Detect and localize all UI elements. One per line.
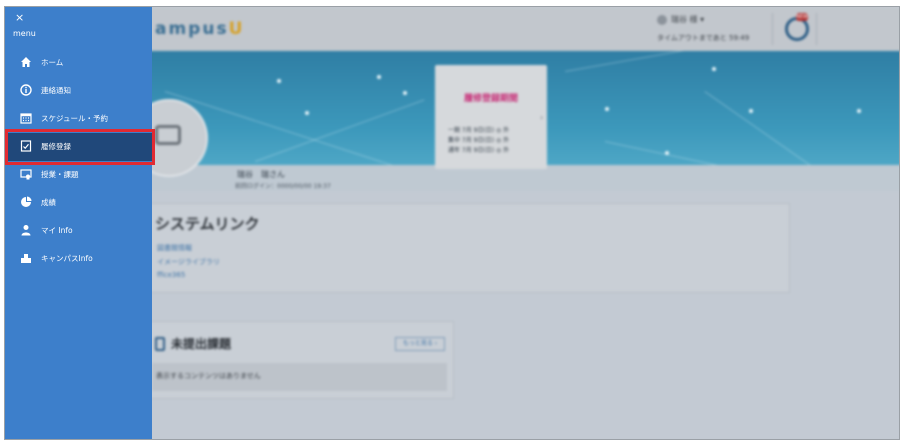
sidebar-item-home[interactable]: ホーム [5,49,152,77]
registration-row: 通年 7月 9日(日) ◎ 外 [448,147,510,154]
sidebar-item-label: キャンパスInfo [41,254,93,263]
app-logo[interactable]: ampusU [155,19,244,39]
sidebar-item-label: 成績 [41,198,56,207]
sidebar-item-label: ホーム [41,58,64,67]
assignments-title: 未提出課題 [171,337,232,351]
registration-row: 一期 7月 9日(日) ◎ 外 [448,127,510,134]
divider [816,13,817,45]
divider [772,13,773,45]
chevron-right-icon[interactable]: › [540,113,543,122]
sidebar-item-notices[interactable]: 連絡通知 [5,77,152,105]
notification-badge: NEW [796,13,808,21]
menu-label: menu [13,29,36,38]
camera-icon [155,125,181,145]
system-links-title: システムリンク [155,215,260,233]
registration-row: 集中 7月 9日(日) ◎ 外 [448,137,510,144]
document-icon [155,337,165,351]
browser-frame: ampusU 瑞谷 様 ▾ タイムアウトまであと 59:49 NEW 瑞谷 瑞さ… [4,6,900,440]
user-menu[interactable]: 瑞谷 様 ▾ タイムアウトまであと 59:49 [657,13,767,47]
more-button[interactable]: もっと見る › [395,337,445,351]
system-link[interactable]: イメージライブラリ [157,257,220,267]
sidebar-item-label: スケジュール・予約 [41,114,108,123]
sidebar-item-my-info[interactable]: マイ Info [5,217,152,245]
user-name: 瑞谷 様 ▾ [671,15,705,24]
sidebar-item-campus-info[interactable]: キャンパスInfo [5,245,152,273]
system-link[interactable]: ffice365 [157,271,185,279]
chart-icon [19,196,33,210]
profile-name: 瑞谷 瑞さん [237,170,285,179]
sidebar-item-label: マイ Info [41,226,73,235]
sidebar-item-label: 授業・課題 [41,170,79,179]
user-avatar-icon [657,15,667,25]
calendar-icon [19,112,33,126]
sidebar-menu: × menu ホーム 連絡通知 スケジュール・予約 履修登録 授業・課題 成績 … [5,7,152,439]
empty-message: 表示するコンテンツはありません [152,363,447,391]
building-icon [19,252,33,266]
info-icon [19,84,33,98]
highlight-box [5,129,155,165]
timeout-text: タイムアウトまであと 59:49 [657,34,750,42]
home-icon [19,56,33,70]
last-login: 前回ログイン：0000/00/00 19:37 [235,183,331,190]
sidebar-item-classes[interactable]: 授業・課題 [5,161,152,189]
sidebar-item-grades[interactable]: 成績 [5,189,152,217]
system-link[interactable]: 図書館情報 [157,243,192,253]
registration-title: 履修登録期間 [463,94,518,104]
class-icon [19,168,33,182]
close-icon[interactable]: × [15,12,24,23]
person-icon [19,224,33,238]
sidebar-item-label: 連絡通知 [41,86,71,95]
